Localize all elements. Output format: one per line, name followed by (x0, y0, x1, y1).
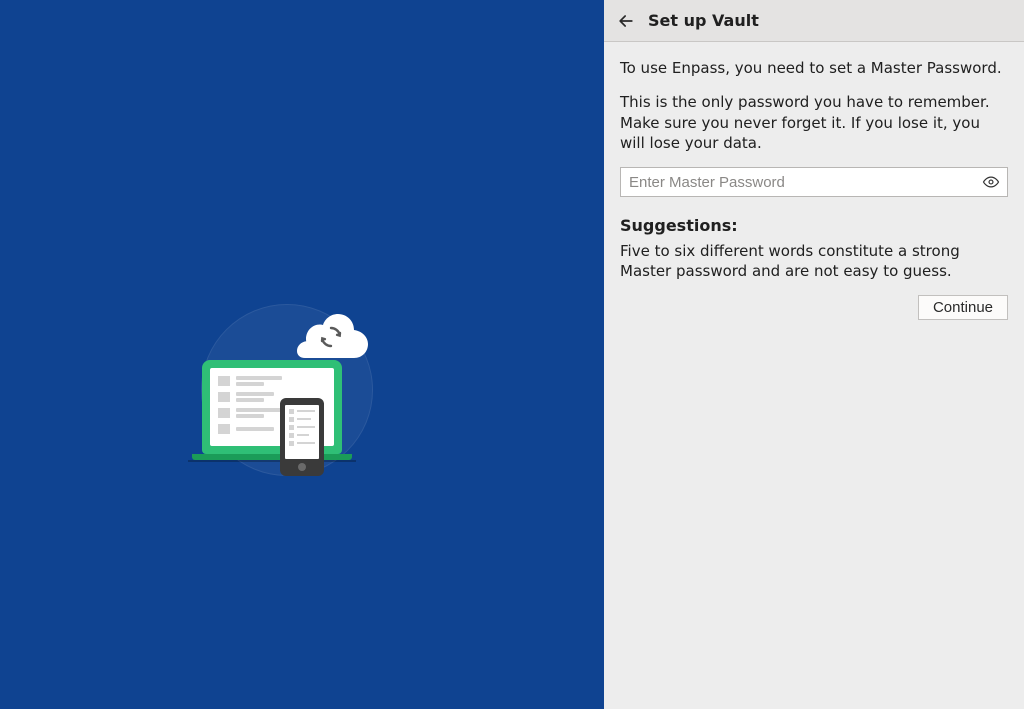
master-password-input[interactable] (620, 167, 1008, 197)
button-row: Continue (620, 295, 1008, 320)
password-field-wrap (620, 167, 1008, 197)
cloud-sync-icon (292, 308, 370, 358)
intro-paragraph-1: To use Enpass, you need to set a Master … (620, 58, 1008, 78)
laptop-graphic (192, 360, 352, 460)
content-area: To use Enpass, you need to set a Master … (604, 42, 1024, 320)
reveal-password-button[interactable] (982, 173, 1000, 191)
suggestions-heading: Suggestions: (620, 215, 1008, 237)
intro-paragraph-2: This is the only password you have to re… (620, 92, 1008, 153)
app-root: Set up Vault To use Enpass, you need to … (0, 0, 1024, 709)
hero-illustration (192, 290, 412, 510)
titlebar: Set up Vault (604, 0, 1024, 42)
eye-icon (982, 173, 1000, 191)
continue-button[interactable]: Continue (918, 295, 1008, 320)
page-title: Set up Vault (648, 11, 759, 30)
suggestions-body: Five to six different words constitute a… (620, 241, 1008, 282)
back-button[interactable] (614, 9, 638, 33)
setup-panel: Set up Vault To use Enpass, you need to … (604, 0, 1024, 709)
arrow-left-icon (616, 11, 636, 31)
hero-panel (0, 0, 604, 709)
phone-graphic (280, 398, 324, 476)
